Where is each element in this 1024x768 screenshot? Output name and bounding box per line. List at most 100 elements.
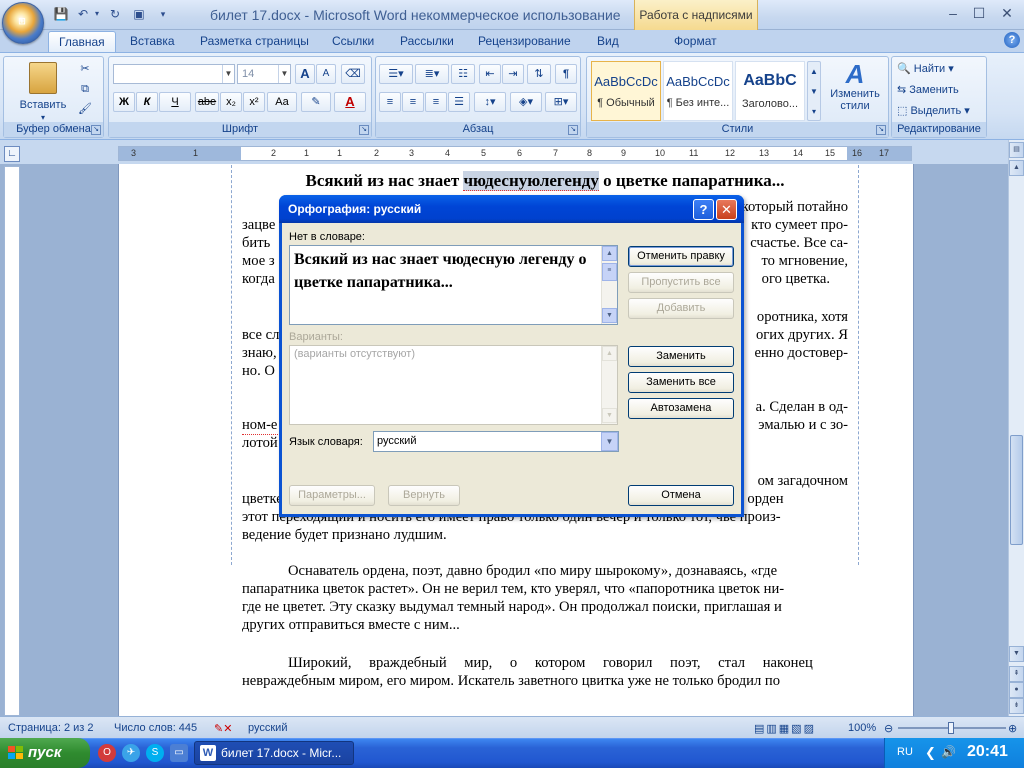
proofing-icon[interactable]: ✎✕ [214, 722, 232, 735]
style-no-spacing[interactable]: AaBbCcDc ¶ Без инте... [663, 61, 733, 121]
dialog-help-button[interactable]: ? [693, 199, 714, 220]
cancel-button[interactable]: Отмена [628, 485, 734, 506]
scroll-down-icon[interactable]: ▼ [602, 308, 617, 323]
next-page-icon[interactable]: ⇟ [1009, 698, 1024, 714]
font-name-combo[interactable]: ▼ [113, 64, 235, 84]
language-status[interactable]: русский [248, 722, 287, 734]
shrink-font-button[interactable]: A [316, 64, 336, 84]
scroll-up-icon[interactable]: ▲ [602, 246, 617, 261]
tab-mailings[interactable]: Рассылки [390, 31, 464, 52]
maximize-button[interactable]: ☐ [966, 3, 992, 23]
change-styles-button[interactable]: A Изменить стили [823, 59, 887, 121]
line-spacing-icon[interactable]: ↕▾ [474, 92, 506, 112]
paragraph-launcher-icon[interactable]: ↘ [568, 125, 578, 135]
view-buttons-icon[interactable]: ▤▥▦▧▨ [754, 722, 816, 735]
change-case-button[interactable]: Aa [267, 92, 297, 112]
page-count[interactable]: Страница: 2 из 2 [8, 722, 94, 734]
zoom-out-icon[interactable]: ⊖ [884, 722, 893, 735]
language-indicator[interactable]: RU [897, 746, 913, 758]
word-count[interactable]: Число слов: 445 [114, 722, 197, 734]
tab-format[interactable]: Формат [664, 31, 727, 52]
clock[interactable]: 20:41 [967, 743, 1008, 761]
not-in-dict-textbox[interactable]: Всякий из нас знает чюдесную легенду о ц… [289, 245, 618, 325]
show-desktop-icon[interactable]: ▭ [170, 744, 188, 762]
add-button[interactable]: Добавить [628, 298, 734, 319]
dialog-title-bar[interactable]: Орфография: русский ? ✕ [279, 195, 744, 223]
quicklaunch-app-icon[interactable]: ✈ [122, 744, 140, 762]
show-marks-button[interactable]: ¶ [555, 64, 577, 84]
autocorrect-button[interactable]: Автозамена [628, 398, 734, 419]
font-launcher-icon[interactable]: ↘ [359, 125, 369, 135]
paste-button[interactable]: Вставить ▾ [8, 59, 78, 122]
undo-edit-button[interactable]: Отменить правку [628, 246, 734, 267]
align-center-icon[interactable]: ≡ [402, 92, 424, 112]
help-icon[interactable]: ? [1004, 32, 1020, 48]
vertical-scrollbar[interactable]: ▤ ▲ ▼ ⇞ ● ⇟ [1008, 140, 1024, 716]
clipboard-launcher-icon[interactable]: ↘ [91, 125, 101, 135]
browse-object-icon[interactable]: ● [1009, 682, 1024, 698]
bullets-icon[interactable]: ☰▾ [379, 64, 413, 84]
font-size-combo[interactable]: 14 ▼ [237, 64, 291, 84]
list-scrollbar[interactable]: ▲ ▼ [601, 346, 617, 424]
styles-launcher-icon[interactable]: ↘ [876, 125, 886, 135]
undo-icon[interactable]: ↶ [74, 5, 92, 23]
ruler-toggle-icon[interactable]: ▤ [1009, 142, 1024, 158]
sort-icon[interactable]: ⇅ [527, 64, 551, 84]
scroll-thumb[interactable]: ≡ [602, 263, 617, 281]
strikethrough-button[interactable]: abe [195, 92, 219, 112]
italic-button[interactable]: К [136, 92, 158, 112]
scroll-up-icon[interactable]: ▲ [1009, 160, 1024, 176]
zoom-level[interactable]: 100% [848, 722, 876, 734]
align-right-icon[interactable]: ≡ [425, 92, 447, 112]
zoom-slider-thumb[interactable] [948, 722, 954, 734]
horizontal-ruler[interactable]: 3 1 2 1 1 2 3 4 5 6 7 8 9 10 11 12 13 14… [118, 146, 912, 161]
options-button[interactable]: Параметры... [289, 485, 375, 506]
tab-insert[interactable]: Вставка [120, 31, 185, 52]
format-painter-icon[interactable]: 🖌 [76, 99, 94, 119]
justify-icon[interactable]: ☰ [448, 92, 470, 112]
multilevel-list-icon[interactable]: ☷ [451, 64, 475, 84]
borders-icon[interactable]: ⊞▾ [545, 92, 577, 112]
save-icon[interactable]: 💾 [52, 5, 70, 23]
customize-qat-icon[interactable]: ▾ [154, 5, 172, 23]
cut-icon[interactable]: ✂ [76, 59, 94, 79]
tab-page-layout[interactable]: Разметка страницы [190, 31, 319, 52]
opera-icon[interactable]: O [98, 744, 116, 762]
styles-scroll-icon[interactable]: ▲ ▼ ▾ [807, 61, 821, 121]
tab-review[interactable]: Рецензирование [468, 31, 581, 52]
font-color-button[interactable]: A [334, 92, 366, 112]
numbering-icon[interactable]: ≣▾ [415, 64, 449, 84]
superscript-button[interactable]: x² [243, 92, 265, 112]
find-button[interactable]: 🔍 Найти ▾ [896, 59, 984, 79]
skip-all-button[interactable]: Пропустить все [628, 272, 734, 293]
tab-home[interactable]: Главная [48, 31, 116, 52]
redo-icon[interactable]: ↻ [106, 5, 124, 23]
select-button[interactable]: ⬚ Выделить ▾ [896, 101, 984, 121]
tray-arrow-icon[interactable]: ❮ [925, 745, 936, 761]
suggestions-list[interactable]: (варианты отсутствуют) ▲ ▼ [289, 345, 618, 425]
close-window-button[interactable]: ✕ [994, 3, 1020, 23]
volume-icon[interactable]: 🔊 [941, 745, 956, 759]
copy-icon[interactable]: ⧉ [76, 79, 94, 99]
textbox-scrollbar[interactable]: ▲ ≡ ▼ [601, 246, 617, 324]
undo-button[interactable]: Вернуть [388, 485, 460, 506]
decrease-indent-icon[interactable]: ⇤ [479, 64, 501, 84]
replace-all-button[interactable]: Заменить все [628, 372, 734, 393]
tab-references[interactable]: Ссылки [322, 31, 384, 52]
bold-button[interactable]: Ж [113, 92, 135, 112]
replace-button[interactable]: Заменить [628, 346, 734, 367]
vertical-ruler[interactable] [4, 166, 20, 716]
taskbar-word-item[interactable]: Wбилет 17.docx - Micr... [194, 741, 354, 765]
clear-formatting-icon[interactable]: ⌫ [341, 64, 365, 84]
style-heading[interactable]: AaBbC Заголово... [735, 61, 805, 121]
zoom-in-icon[interactable]: ⊕ [1008, 722, 1017, 735]
skype-icon[interactable]: S [146, 744, 164, 762]
minimize-button[interactable]: – [940, 3, 966, 23]
subscript-button[interactable]: x₂ [220, 92, 242, 112]
underline-button[interactable]: Ч [159, 92, 191, 112]
tab-view[interactable]: Вид [587, 31, 629, 52]
shading-icon[interactable]: ◈▾ [510, 92, 542, 112]
grow-font-button[interactable]: A [295, 64, 315, 84]
undo-dropdown-icon[interactable]: ▾ [92, 5, 102, 23]
replace-button[interactable]: ⇆ Заменить [896, 80, 984, 100]
